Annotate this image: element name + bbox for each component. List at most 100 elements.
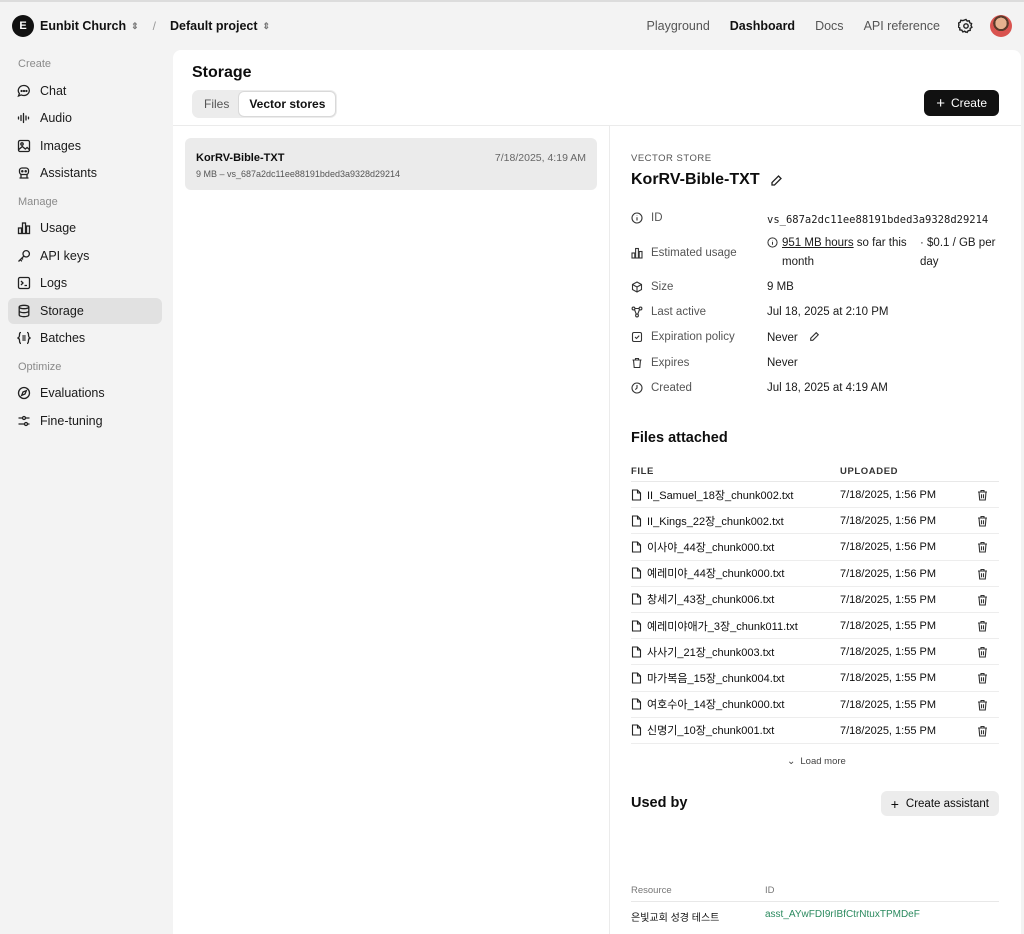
clock-icon	[631, 382, 643, 394]
file-icon	[631, 593, 642, 605]
prop-size-value: 9 MB	[767, 281, 794, 293]
org-avatar[interactable]: E	[12, 15, 34, 37]
file-name: 예레미야_44장_chunk000.txt	[647, 568, 785, 581]
info-icon	[631, 212, 643, 224]
file-date: 7/18/2025, 1:55 PM	[840, 593, 937, 606]
prop-label: Expiration policy	[651, 331, 735, 343]
table-row[interactable]: 이사야_44장_chunk000.txt 7/18/2025, 1:56 PM	[631, 534, 999, 561]
sidebar-item-batches[interactable]: Batches	[8, 325, 162, 351]
nav-dashboard[interactable]: Dashboard	[730, 19, 795, 33]
detail-kind: VECTOR STORE	[631, 153, 712, 164]
usage-link[interactable]: 951 MB hours	[782, 237, 854, 249]
trash-icon[interactable]	[977, 541, 988, 553]
table-row[interactable]: 예레미야_44장_chunk000.txt 7/18/2025, 1:56 PM	[631, 561, 999, 587]
create-assistant-label: Create assistant	[905, 797, 989, 810]
table-row[interactable]: 마가복음_15장_chunk004.txt 7/18/2025, 1:55 PM	[631, 665, 999, 692]
load-more-button[interactable]: ⌄ Load more	[787, 756, 846, 767]
sidebar-item-fine-tuning[interactable]: Fine-tuning	[8, 408, 162, 434]
sidebar-item-usage[interactable]: Usage	[8, 215, 162, 241]
vector-store-date: 7/18/2025, 4:19 AM	[494, 152, 586, 164]
terminal-icon	[17, 276, 31, 290]
usage-rate: · $0.1 / GB per day	[920, 237, 996, 268]
sidebar-item-evaluations[interactable]: Evaluations	[8, 380, 162, 406]
files-attached-title: Files attached	[631, 430, 728, 446]
prop-id-value: vs_687a2dc11ee88191bded3a9328d29214	[767, 214, 989, 226]
chart-icon	[17, 222, 31, 235]
create-button[interactable]: + Create	[924, 90, 999, 116]
file-date: 7/18/2025, 1:55 PM	[840, 646, 937, 659]
file-name: 마가복음_15장_chunk004.txt	[647, 672, 785, 685]
create-button-label: Create	[950, 96, 987, 110]
file-date: 7/18/2025, 1:55 PM	[840, 619, 937, 632]
table-row[interactable]: II_Samuel_18장_chunk002.txt 7/18/2025, 1:…	[631, 482, 999, 509]
sidebar-section-manage: Manage	[18, 195, 58, 208]
org-switcher[interactable]: Eunbit Church ⇕	[40, 19, 139, 33]
trash-icon[interactable]	[977, 515, 988, 527]
file-name: II_Samuel_18장_chunk002.txt	[647, 489, 794, 502]
table-row[interactable]: II_Kings_22장_chunk002.txt 7/18/2025, 1:5…	[631, 508, 999, 535]
sidebar: Create Chat Audio Images Assistants Mana…	[0, 50, 170, 435]
nav-playground[interactable]: Playground	[647, 19, 710, 33]
vector-store-meta: 9 MB – vs_687a2dc11ee88191bded3a9328d292…	[196, 169, 401, 179]
prop-label: Estimated usage	[651, 247, 737, 259]
plus-icon: +	[936, 94, 945, 112]
image-icon	[17, 139, 31, 152]
id-col-header: ID	[765, 885, 775, 896]
vector-store-list-item[interactable]: KorRV-Bible-TXT 7/18/2025, 4:19 AM 9 MB …	[185, 138, 597, 190]
project-switcher[interactable]: Default project ⇕	[170, 19, 270, 33]
file-name: II_Kings_22장_chunk002.txt	[647, 515, 784, 528]
table-row[interactable]: 사사기_21장_chunk003.txt 7/18/2025, 1:55 PM	[631, 639, 999, 666]
project-name: Default project	[170, 19, 258, 33]
table-row[interactable]: 창세기_43장_chunk006.txt 7/18/2025, 1:55 PM	[631, 587, 999, 613]
sidebar-item-chat[interactable]: Chat	[8, 78, 162, 104]
table-row[interactable]: 여호수아_14장_chunk000.txt 7/18/2025, 1:55 PM	[631, 692, 999, 718]
prop-expiration: Expiration policy	[631, 331, 735, 343]
database-icon	[18, 304, 30, 317]
create-assistant-button[interactable]: + Create assistant	[880, 791, 999, 816]
file-icon	[631, 672, 642, 684]
sidebar-item-storage[interactable]: Storage	[8, 297, 162, 324]
table-row[interactable]: 신명기_10장_chunk001.txt 7/18/2025, 1:55 PM	[631, 718, 999, 744]
nav-api-reference[interactable]: API reference	[864, 19, 940, 33]
file-date: 7/18/2025, 1:55 PM	[840, 724, 937, 737]
trash-icon[interactable]	[977, 725, 988, 737]
prop-created: Created	[631, 382, 692, 394]
trash-icon[interactable]	[977, 646, 988, 658]
file-icon	[631, 489, 642, 501]
trash-icon[interactable]	[977, 699, 988, 711]
chat-icon	[17, 84, 30, 97]
table-row[interactable]: 예레미야애가_3장_chunk011.txt 7/18/2025, 1:55 P…	[631, 613, 999, 640]
gear-icon[interactable]	[958, 18, 974, 34]
sidebar-item-audio[interactable]: Audio	[8, 105, 162, 131]
sidebar-item-label: Assistants	[40, 166, 97, 180]
sidebar-item-images[interactable]: Images	[8, 133, 162, 159]
pencil-icon[interactable]	[770, 174, 783, 187]
file-name: 창세기_43장_chunk006.txt	[647, 594, 775, 607]
pencil-icon[interactable]	[809, 331, 820, 342]
trash-icon[interactable]	[977, 568, 988, 580]
prop-usage-value: 951 MB hours so far this month	[767, 234, 927, 272]
trash-icon[interactable]	[977, 672, 988, 684]
sidebar-item-logs[interactable]: Logs	[8, 270, 162, 296]
tab-files[interactable]: Files	[194, 92, 239, 116]
tab-vector-stores[interactable]: Vector stores	[239, 92, 336, 116]
resource-name: 은빛교회 성경 테스트	[631, 913, 720, 924]
chevron-down-icon: ⌄	[787, 756, 796, 767]
expiration-value: Never	[767, 332, 798, 344]
trash-icon[interactable]	[977, 489, 988, 501]
user-avatar[interactable]	[990, 15, 1012, 37]
sidebar-item-api-keys[interactable]: API keys	[8, 243, 162, 269]
load-more-label: Load more	[800, 756, 846, 767]
file-date: 7/18/2025, 1:55 PM	[840, 672, 937, 685]
trash-icon[interactable]	[977, 594, 988, 606]
nav-docs[interactable]: Docs	[815, 19, 843, 33]
trash-icon[interactable]	[977, 620, 988, 632]
detail-name: KorRV-Bible-TXT	[631, 171, 760, 188]
prop-expires-value: Never	[767, 357, 798, 369]
resource-col-header: Resource	[631, 885, 672, 896]
file-date: 7/18/2025, 1:56 PM	[840, 567, 937, 580]
sidebar-item-assistants[interactable]: Assistants	[8, 160, 162, 186]
info-icon[interactable]	[767, 237, 778, 248]
file-name: 신명기_10장_chunk001.txt	[647, 725, 775, 738]
assistant-id-link[interactable]: asst_AYwFDI9rIBfCtrNtuxTPMDeF	[765, 909, 920, 920]
